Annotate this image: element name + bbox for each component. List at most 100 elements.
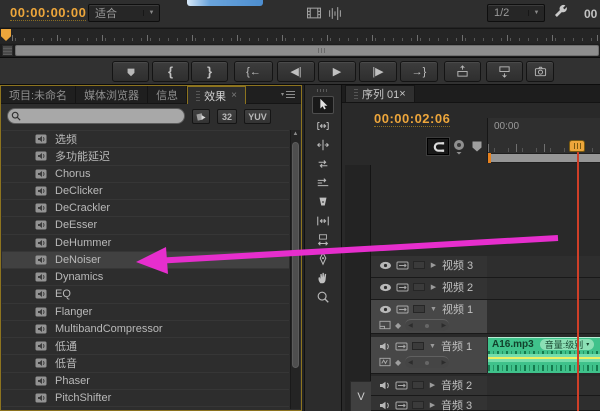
- playhead-line[interactable]: [577, 152, 579, 411]
- track-lock-toggle[interactable]: [412, 381, 424, 389]
- tool-slip[interactable]: [312, 213, 334, 228]
- go-to-in-button[interactable]: {←: [234, 61, 273, 82]
- effect-list-item[interactable]: Flanger: [2, 303, 289, 320]
- track-lock-toggle[interactable]: [413, 305, 425, 313]
- step-forward-button[interactable]: |▶: [359, 61, 397, 82]
- snap-toggle-button[interactable]: [427, 138, 449, 155]
- track-header-video2[interactable]: ▶ 视频 2: [371, 278, 487, 300]
- sync-lock-icon[interactable]: [395, 342, 408, 351]
- set-display-style-icon[interactable]: [379, 320, 391, 330]
- track-content-video1[interactable]: [487, 300, 600, 334]
- search-input[interactable]: [7, 108, 185, 124]
- sync-lock-icon[interactable]: [395, 381, 408, 390]
- work-area-thumb[interactable]: [491, 154, 600, 162]
- tool-razor[interactable]: [312, 194, 334, 209]
- eye-icon[interactable]: [379, 283, 392, 292]
- mark-in-button[interactable]: {: [152, 61, 189, 82]
- track-header-audio3[interactable]: ▶ 音频 3: [371, 396, 487, 411]
- tab-sequence-01[interactable]: 序列 01 ×: [345, 85, 415, 102]
- playback-resolution-dropdown[interactable]: 1/2 ▼: [487, 4, 545, 22]
- drag-video-icon[interactable]: [306, 6, 322, 20]
- program-timecode[interactable]: 00:00:00:00: [10, 5, 86, 21]
- effect-list-item[interactable]: EQ: [2, 285, 289, 302]
- eye-icon[interactable]: [379, 305, 392, 314]
- collapse-icon[interactable]: ▶: [429, 283, 438, 291]
- tool-rate-stretch[interactable]: [312, 175, 334, 190]
- 32bit-filter-button[interactable]: 32: [217, 109, 237, 124]
- track-lock-toggle[interactable]: [413, 283, 425, 291]
- collapse-icon[interactable]: ▶: [429, 261, 438, 269]
- keyframe-icon[interactable]: ◆: [395, 358, 401, 367]
- effect-list-item[interactable]: DeClicker: [2, 182, 289, 199]
- tab-effects[interactable]: 效果 ×: [187, 86, 246, 104]
- effect-list-item[interactable]: PitchShifter: [2, 389, 289, 406]
- eye-icon[interactable]: [379, 261, 392, 270]
- keyframe-icon[interactable]: ◆: [395, 321, 401, 330]
- drag-audio-icon[interactable]: [327, 6, 343, 20]
- effects-scrollbar[interactable]: ▲: [290, 130, 300, 409]
- video-patch-indicator[interactable]: V: [350, 381, 372, 411]
- step-back-button[interactable]: ◀|: [277, 61, 315, 82]
- effect-list-item[interactable]: DeHummer: [2, 234, 289, 251]
- work-area-bar[interactable]: [487, 153, 600, 163]
- effect-list-item[interactable]: 多功能延迟: [2, 147, 289, 164]
- tool-selection[interactable]: [312, 96, 334, 114]
- track-header-audio1[interactable]: ▼ 音频 1 ◆ ◀▶: [371, 337, 487, 374]
- effect-list-item[interactable]: 低音: [2, 354, 289, 371]
- effects-scrollbar-thumb[interactable]: [292, 142, 299, 368]
- track-lock-toggle[interactable]: [412, 401, 424, 409]
- audio-clip[interactable]: A16.mp3 音量:级别 ▾: [488, 337, 600, 373]
- wrench-icon[interactable]: [552, 4, 569, 21]
- tool-zoom[interactable]: [312, 289, 334, 304]
- effect-list-item[interactable]: 低通: [2, 337, 289, 354]
- sync-lock-icon[interactable]: [396, 305, 409, 314]
- scroll-up-icon[interactable]: ▲: [291, 131, 300, 137]
- track-header-video3[interactable]: ▶ 视频 3: [371, 256, 487, 278]
- export-frame-button[interactable]: [526, 61, 554, 82]
- volume-rubber-band[interactable]: [488, 357, 600, 359]
- panel-menu-button[interactable]: ▾: [275, 86, 301, 103]
- clip-fx-badge[interactable]: 音量:级别 ▾: [540, 339, 595, 350]
- track-content-audio3[interactable]: [487, 396, 600, 411]
- keyframe-display-icon[interactable]: [379, 357, 391, 367]
- collapse-icon[interactable]: ▼: [429, 306, 438, 313]
- speaker-icon[interactable]: [379, 401, 391, 410]
- collapse-icon[interactable]: ▼: [428, 343, 437, 350]
- effect-list-item[interactable]: 选频: [2, 130, 289, 147]
- tool-pen[interactable]: [312, 251, 334, 266]
- speaker-icon[interactable]: [379, 342, 391, 351]
- track-lock-toggle[interactable]: [413, 261, 425, 269]
- scrollbar-grip-box[interactable]: [2, 45, 13, 56]
- tool-rolling-edit[interactable]: [312, 156, 334, 171]
- tab-media-browser[interactable]: 媒体浏览器: [76, 86, 148, 103]
- effect-list-item[interactable]: Reverb: [2, 406, 289, 410]
- program-scrollbar[interactable]: [0, 44, 600, 57]
- track-content-video2[interactable]: [487, 278, 600, 300]
- yuv-filter-button[interactable]: YUV: [244, 109, 271, 124]
- go-to-out-button[interactable]: →}: [400, 61, 438, 82]
- keyframe-nav-slider[interactable]: ◀▶: [405, 319, 449, 331]
- program-mini-ruler[interactable]: [0, 28, 600, 43]
- tab-project[interactable]: 项目:未命名: [1, 86, 76, 103]
- set-marker-icon[interactable]: [471, 140, 483, 153]
- keyframe-nav-slider[interactable]: ◀▶: [405, 356, 449, 368]
- effect-list-item[interactable]: MultibandCompressor: [2, 320, 289, 337]
- lift-button[interactable]: [444, 61, 481, 82]
- tool-slide[interactable]: [312, 232, 334, 247]
- add-marker-button[interactable]: [112, 61, 149, 82]
- encore-chapter-marker-icon[interactable]: [452, 139, 466, 155]
- sync-lock-icon[interactable]: [395, 401, 408, 410]
- tab-info[interactable]: 信息: [148, 86, 187, 103]
- collapse-icon[interactable]: ▶: [428, 381, 437, 389]
- close-icon[interactable]: ×: [399, 88, 405, 100]
- track-header-audio2[interactable]: ▶ 音频 2: [371, 376, 487, 396]
- extract-button[interactable]: [486, 61, 523, 82]
- track-content-video3[interactable]: [487, 256, 600, 278]
- tool-hand[interactable]: [312, 270, 334, 285]
- accelerated-effects-filter-button[interactable]: [192, 109, 210, 124]
- effect-list-item[interactable]: Chorus: [2, 165, 289, 182]
- sync-lock-icon[interactable]: [396, 261, 409, 270]
- close-icon[interactable]: ×: [231, 90, 237, 101]
- sequence-timecode[interactable]: 00:00:02:06: [374, 111, 450, 127]
- collapse-icon[interactable]: ▶: [428, 401, 437, 409]
